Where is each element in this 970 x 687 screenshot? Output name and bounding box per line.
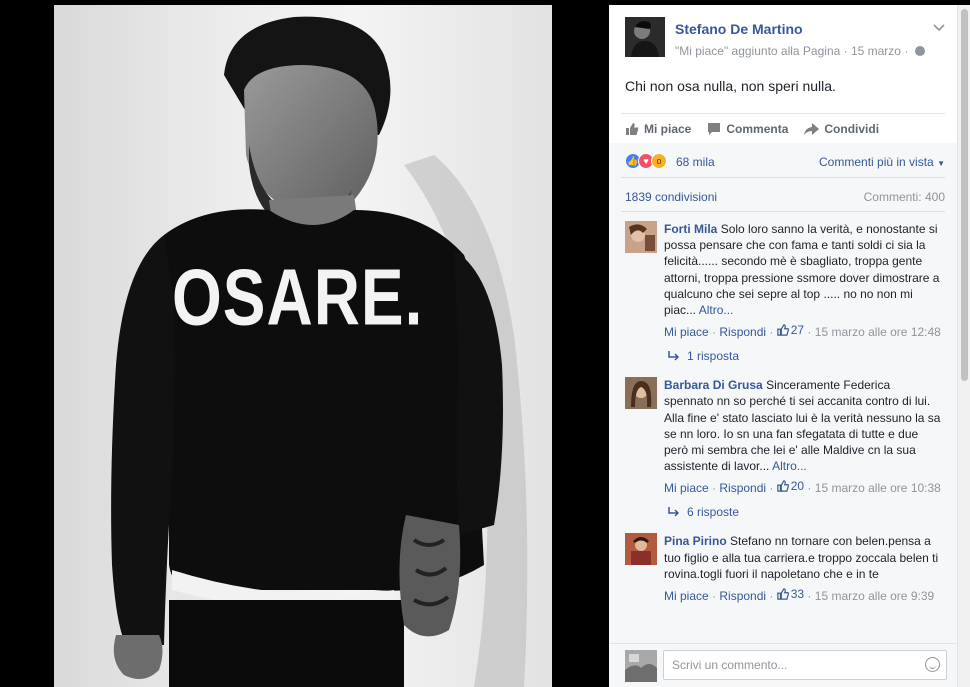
comment-like-number: 33	[790, 587, 805, 602]
author-name[interactable]: Stefano De Martino	[675, 21, 803, 37]
share-label: Condividi	[824, 122, 880, 136]
comment-body: Barbara Di Grusa Sinceramente Federica s…	[664, 377, 941, 474]
comment-composer: Scrivi un commento...	[609, 643, 957, 687]
caret-down-icon: ▼	[937, 159, 945, 168]
like-label: Mi piace	[644, 122, 692, 136]
viewer-avatar	[625, 650, 657, 682]
thumbs-up-icon	[776, 588, 789, 600]
comment-sort-dropdown[interactable]: Commenti più in vista ▼	[819, 155, 945, 169]
see-more-link[interactable]: Altro...	[772, 459, 807, 473]
comment-button[interactable]: Commenta	[707, 122, 788, 136]
chevron-down-icon[interactable]	[933, 23, 945, 35]
comment-reply-link[interactable]: Rispondi	[719, 325, 766, 339]
post-meta: "Mi piace" aggiunto alla Pagina · 15 mar…	[675, 44, 925, 58]
commenter-name[interactable]: Forti Mila	[664, 222, 717, 236]
commenter-name[interactable]: Pina Pirino	[664, 534, 727, 548]
comment-input-placeholder: Scrivi un commento...	[672, 658, 788, 672]
post-photo[interactable]: OSARE.	[54, 5, 552, 687]
emoji-icon[interactable]	[925, 657, 940, 672]
thumbs-up-icon	[626, 123, 639, 135]
photo-viewer: OSARE.	[0, 0, 609, 687]
comment-like-number: 27	[790, 323, 805, 338]
share-icon	[804, 122, 820, 135]
comment-count: Commenti: 400	[863, 190, 945, 204]
comment-timestamp[interactable]: 15 marzo alle ore 9:39	[815, 589, 934, 603]
reactions-row: 👍 ♥ o 68 mila Commenti più in vista ▼	[609, 143, 957, 177]
shares-row: 1839 condivisioni Commenti: 400	[609, 178, 957, 211]
comment-body: Forti Mila Solo loro sanno la verità, e …	[664, 221, 941, 318]
comment-icon	[708, 123, 721, 135]
comment-like-link[interactable]: Mi piace	[664, 481, 709, 495]
wow-reaction-icon: o	[651, 153, 667, 169]
post-side-panel: Stefano De Martino "Mi piace" aggiunto a…	[609, 5, 957, 687]
view-replies-link[interactable]: 6 risposte	[664, 504, 941, 520]
reply-arrow-icon	[668, 507, 679, 517]
comment-like-link[interactable]: Mi piace	[664, 589, 709, 603]
comment-sort-label: Commenti più in vista	[819, 155, 934, 169]
comment-like-count[interactable]: 20	[776, 478, 805, 494]
thumbs-up-icon	[776, 324, 789, 336]
post-header: Stefano De Martino "Mi piace" aggiunto a…	[609, 5, 957, 63]
comment-actions: Mi piace · Rispondi · 20 · 15 marzo alle…	[664, 478, 941, 496]
comment-item: Barbara Di Grusa Sinceramente Federica s…	[609, 377, 957, 520]
divider	[621, 211, 945, 212]
commenter-avatar[interactable]	[625, 533, 657, 566]
comment-timestamp[interactable]: 15 marzo alle ore 12:48	[815, 325, 941, 339]
comment-actions: Mi piace · Rispondi · 33 · 15 marzo alle…	[664, 586, 935, 604]
photo-illustration	[111, 16, 528, 687]
comment-like-link[interactable]: Mi piace	[664, 325, 709, 339]
comment-label: Commenta	[726, 122, 789, 136]
comment-body: Pina Pirino Stefano nn tornare con belen…	[664, 533, 941, 582]
reaction-icons[interactable]: 👍 ♥ o	[625, 153, 667, 169]
reaction-count[interactable]: 68 mila	[676, 155, 715, 169]
see-more-link[interactable]: Altro...	[699, 303, 734, 317]
post-text: Chi non osa nulla, non speri nulla.	[625, 78, 836, 94]
scrollbar[interactable]	[957, 5, 970, 687]
post-meta-text: "Mi piace" aggiunto alla Pagina · 15 mar…	[675, 44, 909, 58]
reply-arrow-icon	[668, 351, 679, 361]
commenter-avatar[interactable]	[625, 377, 657, 410]
scrollbar-thumb[interactable]	[961, 9, 968, 381]
comment-like-number: 20	[790, 479, 805, 494]
share-count[interactable]: 1839 condivisioni	[625, 190, 717, 204]
feedback-section: 👍 ♥ o 68 mila Commenti più in vista ▼ 18…	[609, 143, 957, 687]
comment-item: Forti Mila Solo loro sanno la verità, e …	[609, 221, 957, 364]
comment-actions: Mi piace · Rispondi · 27 · 15 marzo alle…	[664, 322, 941, 340]
thumbs-up-icon	[776, 480, 789, 493]
commenter-avatar[interactable]	[625, 221, 657, 253]
replies-label: 1 risposta	[687, 349, 740, 364]
comment-reply-link[interactable]: Rispondi	[719, 589, 766, 603]
comment-item: Pina Pirino Stefano nn tornare con belen…	[609, 533, 957, 604]
sweater-print: OSARE.	[172, 252, 424, 342]
comment-timestamp[interactable]: 15 marzo alle ore 10:38	[815, 481, 941, 495]
like-button[interactable]: Mi piace	[625, 122, 691, 136]
comment-like-count[interactable]: 27	[776, 322, 805, 338]
view-replies-link[interactable]: 1 risposta	[664, 348, 941, 364]
comment-input[interactable]: Scrivi un commento...	[663, 650, 947, 680]
post-actions: Mi piace Commenta Condividi	[609, 114, 957, 144]
globe-icon	[914, 46, 925, 56]
author-avatar[interactable]	[625, 17, 665, 57]
comment-like-count[interactable]: 33	[776, 586, 805, 602]
share-button[interactable]: Condividi	[804, 122, 879, 136]
replies-label: 6 risposte	[687, 505, 740, 520]
commenter-name[interactable]: Barbara Di Grusa	[664, 378, 763, 392]
comment-reply-link[interactable]: Rispondi	[719, 481, 766, 495]
